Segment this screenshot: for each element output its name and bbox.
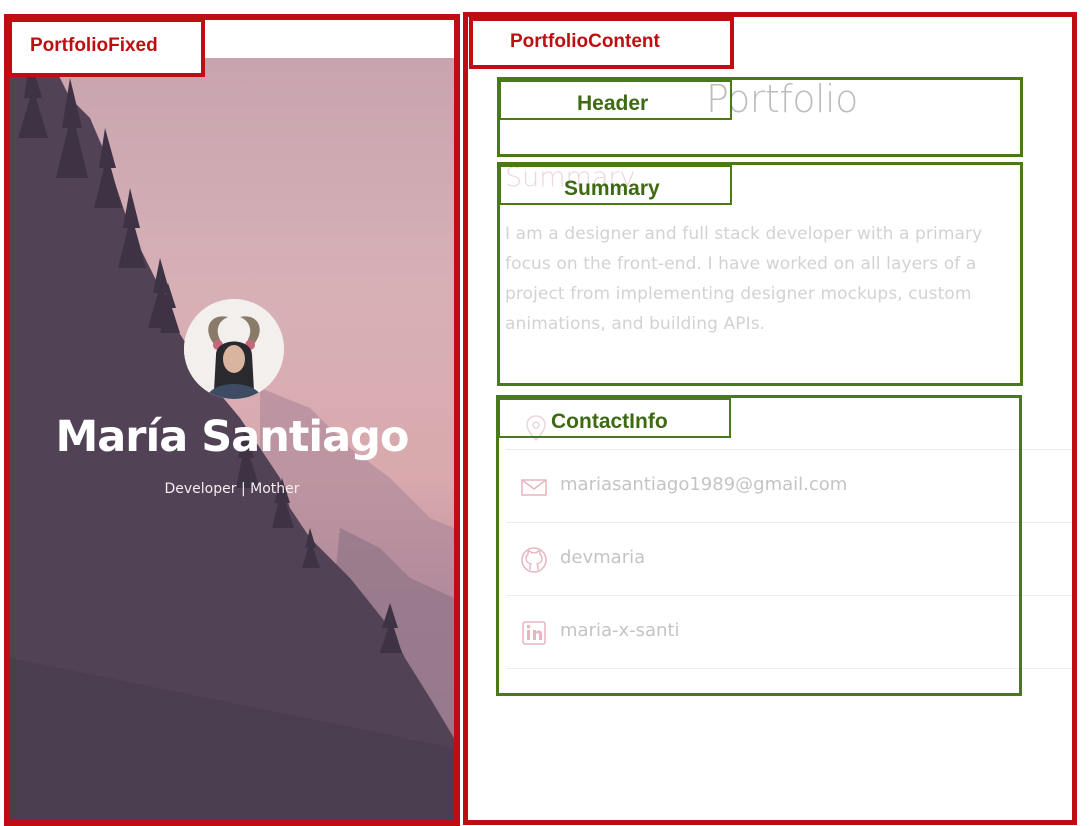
- profile-avatar: [184, 299, 284, 399]
- annotation-label-header: Header: [499, 80, 732, 120]
- profile-tagline: Developer | Mother: [164, 481, 300, 497]
- annotation-label-portfolio-content: PortfolioContent: [469, 17, 734, 69]
- annotation-label-summary: Summary: [499, 165, 732, 205]
- annotation-box-contact-info: [496, 395, 1022, 696]
- annotation-label-contact-info: ContactInfo: [498, 398, 731, 438]
- portfolio-fixed-panel: María Santiago Developer | Mother: [4, 14, 460, 826]
- annotation-label-portfolio-fixed: PortfolioFixed: [8, 18, 205, 77]
- profile-name: María Santiago: [55, 412, 410, 462]
